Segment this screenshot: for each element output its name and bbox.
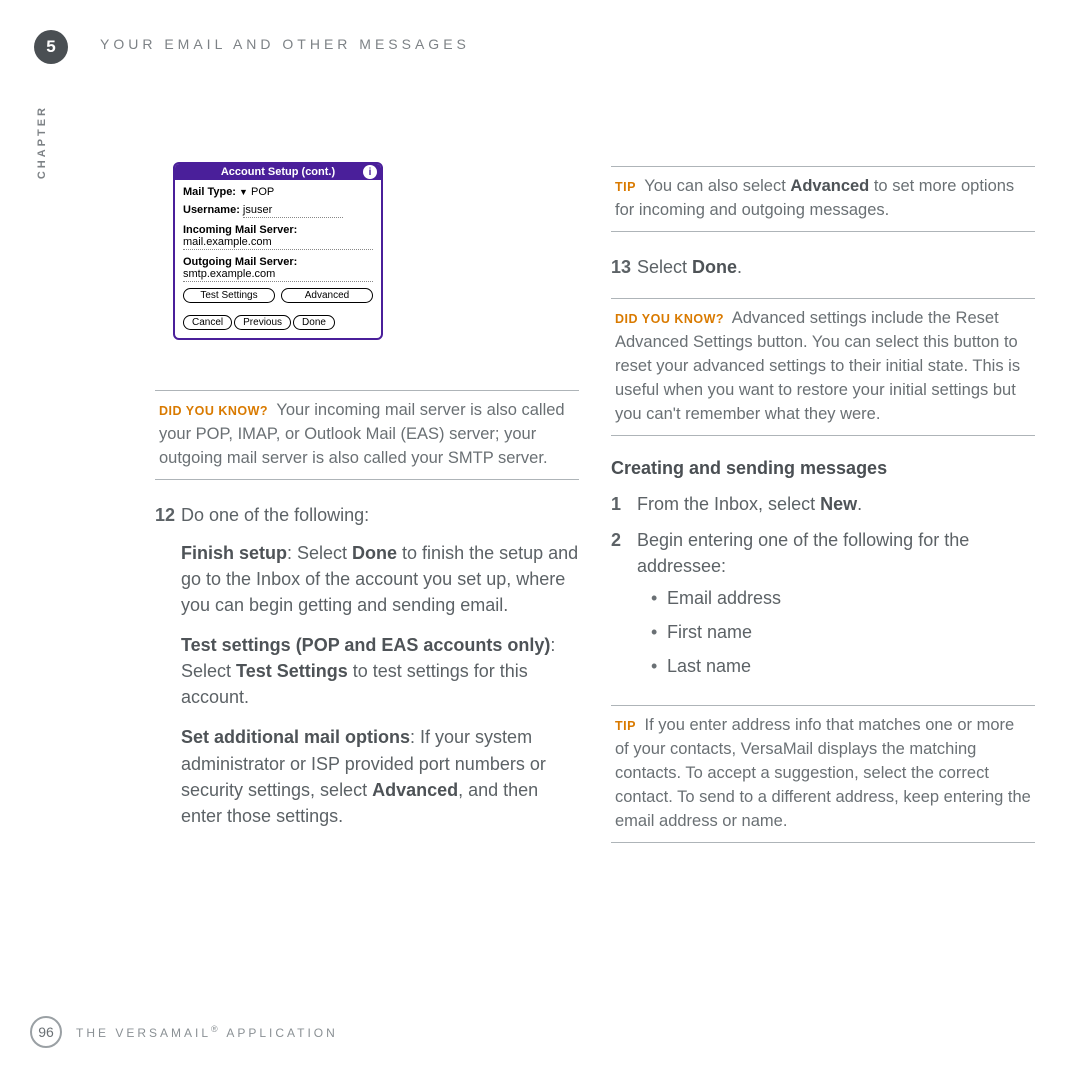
mail-type-label: Mail Type:: [183, 186, 236, 198]
test-settings-para: Test settings (POP and EAS accounts only…: [181, 632, 579, 710]
page-number-badge: 96: [30, 1016, 62, 1048]
step-number: 13: [611, 254, 637, 280]
chapter-side-label: CHAPTER: [36, 105, 48, 179]
finish-setup-strong: Finish setup: [181, 543, 287, 563]
palm-titlebar: Account Setup (cont.) i: [175, 164, 381, 180]
dyk-tag: DID YOU KNOW?: [615, 312, 724, 326]
section-heading: Creating and sending messages: [611, 458, 1035, 479]
step-13: 13 Select Done.: [611, 254, 1035, 280]
did-you-know-callout-2: DID YOU KNOW? Advanced settings include …: [611, 298, 1035, 436]
tip-text: If you enter address info that matches o…: [615, 716, 1031, 830]
list-item: First name: [651, 619, 1035, 645]
info-icon[interactable]: i: [363, 165, 377, 179]
done-button[interactable]: Done: [293, 315, 335, 330]
list-item: Last name: [651, 653, 1035, 679]
footer-text: THE VERSAMAIL® APPLICATION: [76, 1024, 338, 1040]
left-column: Account Setup (cont.) i Mail Type: ▼ POP…: [155, 162, 579, 865]
step-12: 12 Do one of the following:: [155, 502, 579, 528]
incoming-server-input[interactable]: mail.example.com: [183, 236, 373, 250]
step-text: Do one of the following:: [181, 502, 579, 528]
advanced-button[interactable]: Advanced: [281, 288, 373, 303]
step-2: 2 Begin entering one of the following fo…: [611, 527, 1035, 687]
cancel-button[interactable]: Cancel: [183, 315, 232, 330]
previous-button[interactable]: Previous: [234, 315, 291, 330]
username-label: Username:: [183, 204, 240, 216]
chapter-badge: 5: [34, 30, 68, 64]
test-settings-button[interactable]: Test Settings: [183, 288, 275, 303]
additional-options-strong: Set additional mail options: [181, 727, 410, 747]
palm-title-text: Account Setup (cont.): [221, 166, 335, 178]
step-number: 2: [611, 527, 637, 687]
incoming-server-label: Incoming Mail Server:: [183, 224, 373, 236]
page-footer: 96 THE VERSAMAIL® APPLICATION: [30, 1016, 338, 1048]
right-column: TIP You can also select Advanced to set …: [611, 162, 1035, 865]
mail-type-value[interactable]: POP: [251, 186, 274, 198]
did-you-know-callout: DID YOU KNOW? Your incoming mail server …: [155, 390, 579, 480]
username-input[interactable]: jsuser: [243, 204, 343, 218]
tip-tag: TIP: [615, 719, 636, 733]
dyk-tag: DID YOU KNOW?: [159, 404, 268, 418]
palm-screenshot: Account Setup (cont.) i Mail Type: ▼ POP…: [173, 162, 383, 340]
page-header-title: YOUR EMAIL AND OTHER MESSAGES: [100, 36, 470, 52]
tip-callout-2: TIP If you enter address info that match…: [611, 705, 1035, 843]
step-number: 12: [155, 502, 181, 528]
finish-setup-para: Finish setup: Select Done to finish the …: [181, 540, 579, 618]
tip-callout-1: TIP You can also select Advanced to set …: [611, 166, 1035, 232]
step-1: 1 From the Inbox, select New.: [611, 491, 1035, 517]
tip-tag: TIP: [615, 180, 636, 194]
list-item: Email address: [651, 585, 1035, 611]
dropdown-arrow-icon[interactable]: ▼: [239, 187, 248, 197]
outgoing-server-input[interactable]: smtp.example.com: [183, 268, 373, 282]
test-settings-strong: Test settings (POP and EAS accounts only…: [181, 635, 550, 655]
step-number: 1: [611, 491, 637, 517]
outgoing-server-label: Outgoing Mail Server:: [183, 256, 373, 268]
additional-options-para: Set additional mail options: If your sys…: [181, 724, 579, 828]
